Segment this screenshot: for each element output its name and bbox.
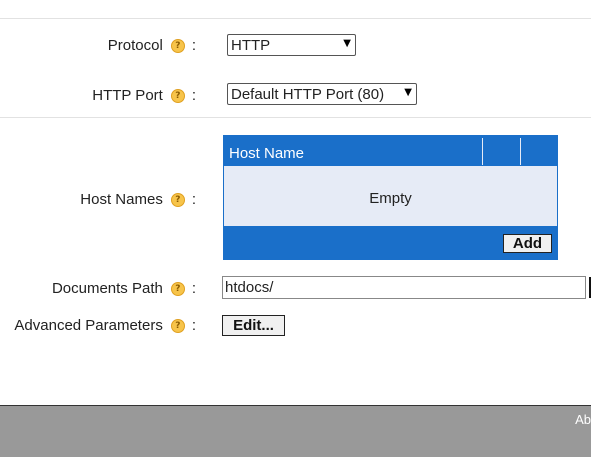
protocol-select-value: HTTP [231, 36, 271, 54]
help-icon[interactable]: ? [170, 281, 185, 296]
http-port-select-value: Default HTTP Port (80) [231, 85, 385, 103]
host-names-table: Host Name Empty Add [223, 135, 558, 260]
footer-bar: Ab [0, 405, 591, 457]
advanced-parameters-label: Advanced Parameters [14, 317, 163, 334]
protocol-select[interactable]: HTTP ▼ [227, 34, 356, 56]
chevron-down-icon: ▼ [404, 87, 412, 98]
colon: : [191, 87, 196, 104]
footer-text: Ab [575, 412, 591, 427]
host-names-row-label: Host Names ? : [80, 191, 196, 208]
top-divider [0, 18, 591, 19]
colon: : [191, 317, 196, 334]
host-names-footer: Add [224, 226, 557, 259]
http-port-select[interactable]: Default HTTP Port (80) ▼ [227, 83, 417, 105]
documents-path-value: htdocs/ [225, 279, 274, 296]
add-host-button[interactable]: Add [503, 234, 552, 253]
help-icon[interactable]: ? [170, 192, 185, 207]
section-divider [0, 117, 591, 118]
host-name-column-header: Host Name [229, 145, 305, 162]
protocol-row-label: Protocol ? : [108, 37, 196, 54]
help-icon[interactable]: ? [170, 38, 185, 53]
edit-advanced-button[interactable]: Edit... [222, 315, 285, 336]
advanced-parameters-row-label: Advanced Parameters ? : [14, 317, 196, 334]
help-icon[interactable]: ? [170, 318, 185, 333]
documents-path-label: Documents Path [51, 280, 163, 297]
documents-path-row-label: Documents Path ? : [52, 280, 196, 297]
protocol-label: Protocol [107, 37, 163, 54]
colon: : [191, 191, 196, 208]
documents-path-input[interactable]: htdocs/ [222, 276, 586, 299]
colon: : [191, 37, 196, 54]
colon: : [191, 280, 196, 297]
column-separator [520, 138, 521, 165]
host-names-empty-text: Empty [369, 190, 412, 207]
chevron-down-icon: ▼ [343, 38, 351, 49]
column-separator [482, 138, 483, 165]
help-icon[interactable]: ? [170, 88, 185, 103]
host-names-label: Host Names [80, 191, 163, 208]
http-port-row-label: HTTP Port ? : [92, 87, 196, 104]
http-port-label: HTTP Port [92, 87, 163, 104]
host-names-header: Host Name [224, 136, 557, 166]
